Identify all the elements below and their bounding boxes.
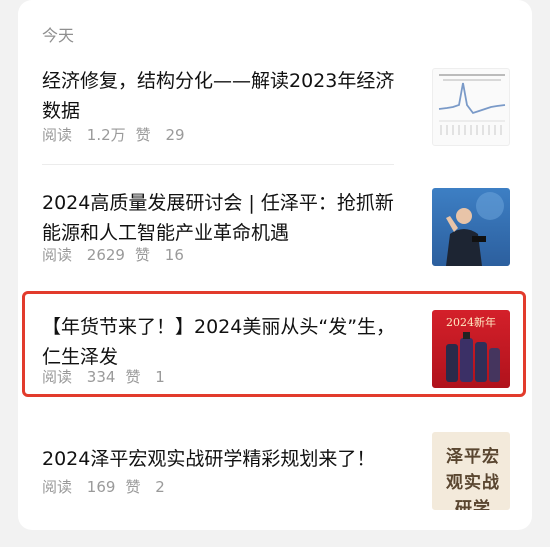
product-bottles-icon: 2024新年 [446, 315, 500, 382]
article-thumbnail-chart [432, 68, 510, 146]
article-title: 【年货节来了！】2024美丽从头“发”生，仁生泽发 [42, 316, 396, 368]
article-meta: 阅读 1.2万赞 29 [42, 124, 185, 145]
article-thumbnail-study-tour: 泽平宏观实战研学 [432, 432, 510, 510]
read-count-label: 阅读 169 [42, 478, 116, 496]
line-chart-thumbnail-icon [438, 74, 506, 135]
article-meta: 阅读 2629 赞 16 [42, 244, 184, 265]
read-count-label: 阅读 334 [42, 368, 116, 386]
article-item-4[interactable]: 2024泽平宏观实战研学精彩规划来了！ 阅读 169 赞 2 泽平宏观实战研学 [42, 432, 512, 522]
article-meta: 阅读 169 赞 2 [42, 476, 165, 497]
like-count-label: 赞 29 [135, 126, 185, 144]
like-count-label: 赞 2 [125, 478, 165, 496]
like-count-label: 赞 1 [125, 368, 165, 386]
read-count-label: 阅读 2629 [42, 246, 125, 264]
like-count-label: 赞 16 [134, 246, 184, 264]
read-count-label: 阅读 1.2万 [42, 126, 126, 144]
article-title: 经济修复，结构分化——解读2023年经济数据 [42, 70, 395, 122]
speaker-photo-icon [446, 192, 504, 266]
article-item-3[interactable]: 【年货节来了！】2024美丽从头“发”生，仁生泽发 阅读 334 赞 1 2024… [42, 308, 512, 392]
divider [42, 164, 394, 165]
article-title: 2024高质量发展研讨会 | 任泽平：抢抓新能源和人工智能产业革命机遇 [42, 192, 394, 244]
thumb-caption: 2024新年 [446, 315, 496, 329]
article-meta: 阅读 334 赞 1 [42, 366, 165, 387]
article-title: 2024泽平宏观实战研学精彩规划来了！ [42, 448, 376, 470]
article-item-2[interactable]: 2024高质量发展研讨会 | 任泽平：抢抓新能源和人工智能产业革命机遇 阅读 2… [42, 186, 512, 286]
section-label-today: 今天 [42, 26, 75, 45]
article-item-1[interactable]: 经济修复，结构分化——解读2023年经济数据 阅读 1.2万赞 29 [42, 62, 512, 162]
article-thumbnail-product: 2024新年 [432, 310, 510, 388]
article-thumbnail-speaker [432, 188, 510, 266]
thumb-caption: 泽平宏观实战研学 [446, 447, 500, 510]
